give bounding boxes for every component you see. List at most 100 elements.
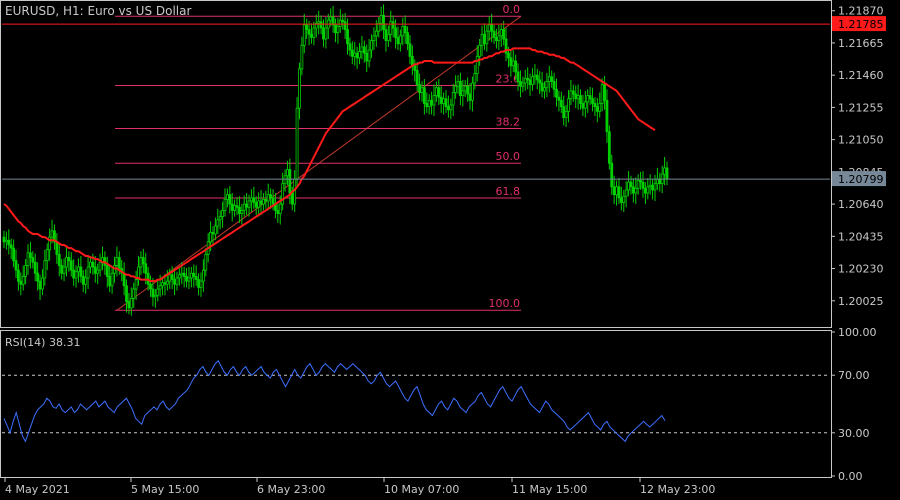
candle-body bbox=[521, 82, 525, 87]
candle-body bbox=[43, 260, 47, 279]
candle-body bbox=[449, 104, 453, 111]
candle-body bbox=[343, 21, 347, 30]
candle-body bbox=[454, 85, 458, 93]
candle-body bbox=[108, 276, 112, 287]
candle-body bbox=[394, 27, 397, 38]
candle-body bbox=[603, 84, 606, 101]
candle-body bbox=[295, 107, 299, 180]
bid-price-label: 1.20799 bbox=[838, 173, 884, 186]
candle-body bbox=[21, 276, 25, 285]
candle-body bbox=[127, 301, 131, 309]
candle-body bbox=[41, 277, 44, 290]
candle-body bbox=[192, 272, 196, 277]
candle-body bbox=[588, 95, 592, 100]
moving-average-overlay bbox=[3, 47, 656, 283]
candle-body bbox=[45, 249, 49, 262]
candle-body bbox=[502, 29, 506, 40]
fibonacci-retracement[interactable]: 0.0 23.6 38.2 50.0 61.8 100.0 bbox=[115, 3, 522, 311]
candle-body bbox=[14, 260, 18, 271]
candle-body bbox=[442, 98, 445, 104]
candle-body bbox=[514, 60, 518, 73]
candle-body bbox=[540, 82, 544, 92]
candle-body bbox=[365, 52, 369, 62]
candle-body bbox=[636, 180, 640, 189]
moving-average-line bbox=[3, 47, 656, 283]
candle-body bbox=[36, 272, 40, 282]
candle-body bbox=[456, 81, 460, 87]
candle-body bbox=[182, 272, 186, 277]
candle-body bbox=[221, 209, 224, 218]
candle-body bbox=[187, 277, 191, 282]
candle-body bbox=[526, 77, 530, 81]
candle-body bbox=[89, 261, 92, 268]
candle-body bbox=[50, 230, 54, 238]
candle-body bbox=[288, 169, 292, 194]
candle-body bbox=[398, 35, 402, 45]
candle-body bbox=[74, 271, 78, 279]
candle-body bbox=[651, 184, 654, 191]
candle-body bbox=[598, 103, 602, 112]
candle-body bbox=[362, 46, 366, 54]
candle-body bbox=[384, 29, 388, 41]
candle-body bbox=[213, 225, 217, 235]
rsi-label: RSI(14) 38.31 bbox=[5, 336, 80, 349]
candle-body bbox=[129, 298, 133, 309]
candle-body bbox=[507, 52, 510, 59]
candle-body bbox=[629, 181, 633, 188]
time-tick-label: 5 May 15:00 bbox=[131, 483, 199, 496]
candle-body bbox=[125, 285, 128, 302]
candle-body bbox=[199, 280, 203, 288]
ask-price-label: 1.21785 bbox=[838, 18, 884, 31]
candle-body bbox=[574, 93, 578, 100]
candle-body bbox=[444, 98, 448, 108]
candle-body bbox=[307, 29, 311, 35]
candle-body bbox=[177, 274, 181, 279]
candle-body bbox=[391, 21, 395, 29]
candle-body bbox=[170, 274, 174, 280]
candle-body bbox=[619, 197, 623, 203]
candle-body bbox=[310, 33, 313, 38]
candle-body bbox=[197, 279, 200, 288]
candle-body bbox=[209, 231, 212, 243]
candle-body bbox=[235, 205, 239, 208]
candle-body bbox=[324, 27, 328, 40]
candle-body bbox=[211, 231, 215, 235]
candle-body bbox=[562, 106, 566, 119]
candle-body bbox=[55, 241, 59, 255]
price-axis: 1.218701.216651.214601.212551.210501.208… bbox=[831, 5, 886, 308]
candle-body bbox=[31, 257, 35, 263]
candle-body bbox=[535, 74, 539, 81]
candle-body bbox=[658, 178, 662, 185]
candle-body bbox=[290, 192, 294, 205]
candle-body bbox=[595, 106, 599, 112]
candle-body bbox=[29, 252, 32, 258]
candle-body bbox=[259, 200, 263, 205]
candle-body bbox=[499, 29, 503, 37]
candle-body bbox=[185, 276, 188, 282]
candle-body bbox=[511, 60, 515, 67]
candle-body bbox=[579, 95, 582, 104]
candle-body bbox=[180, 272, 184, 276]
candle-body bbox=[617, 186, 621, 199]
candle-body bbox=[480, 33, 484, 46]
candle-body bbox=[245, 203, 249, 208]
candle-body bbox=[62, 266, 66, 274]
candle-body bbox=[254, 202, 258, 208]
candle-body bbox=[194, 276, 198, 280]
candle-body bbox=[607, 131, 611, 164]
candle-body bbox=[139, 257, 143, 268]
chart-canvas[interactable]: 0.0 23.6 38.2 50.0 61.8 100.0 1.21870 1.21665 1… bbox=[0, 0, 900, 500]
candle-body bbox=[358, 51, 361, 59]
candle-body bbox=[567, 98, 570, 112]
candle-body bbox=[242, 203, 246, 211]
candle-body bbox=[516, 71, 520, 82]
candle-body bbox=[334, 24, 337, 34]
candle-body bbox=[168, 274, 172, 282]
candle-body bbox=[91, 261, 95, 268]
candle-body bbox=[406, 32, 409, 45]
candle-body bbox=[84, 277, 88, 285]
candle-body bbox=[17, 269, 20, 282]
candle-body bbox=[622, 195, 626, 203]
fibonacci-level-label: 61.8 bbox=[496, 185, 521, 198]
candle-body bbox=[509, 57, 513, 67]
